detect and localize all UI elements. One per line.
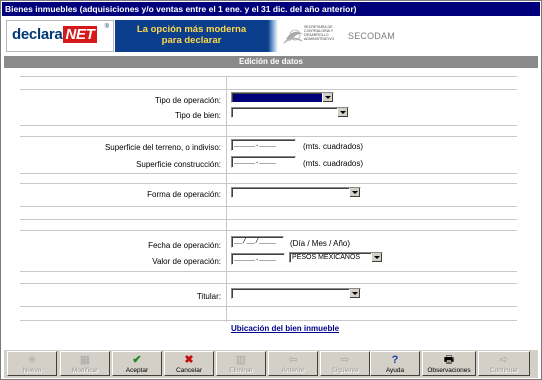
- superficie-construccion-unit: (mts. cuadrados): [303, 159, 364, 168]
- divider: [20, 183, 517, 184]
- titular-label: Titular:: [196, 292, 221, 301]
- tipo-bien-label: Tipo de bien:: [175, 111, 221, 120]
- divider: [20, 306, 517, 307]
- cancelar-label: Cancelar: [175, 367, 202, 374]
- superficie-terreno-unit: (mts. cuadrados): [303, 142, 364, 151]
- divider: [20, 230, 517, 231]
- eliminar-button[interactable]: ▥ Eliminar: [216, 351, 266, 376]
- modificar-label: Modificar: [71, 367, 99, 374]
- divider: [20, 173, 517, 174]
- aceptar-button[interactable]: ✔ Aceptar: [112, 351, 162, 376]
- superficie-construccion-input[interactable]: _____.____: [231, 156, 296, 168]
- forma-operacion-select[interactable]: [231, 187, 361, 198]
- observaciones-button[interactable]: 🖶 Observaciones: [422, 351, 476, 376]
- observaciones-label: Observaciones: [427, 367, 471, 374]
- divider: [20, 283, 517, 284]
- superficie-terreno-label: Superficie del terreno, o indiviso:: [104, 143, 221, 152]
- anterior-button[interactable]: ⇦ Anterior: [268, 351, 318, 376]
- banner-gradient: [268, 20, 278, 52]
- divider: [20, 76, 517, 77]
- close-icon: ✖: [184, 354, 194, 366]
- slogan-banner: La opción más moderna para declarar: [115, 20, 268, 52]
- valor-operacion-label: Valor de operación:: [152, 257, 221, 266]
- check-icon: ✔: [132, 354, 142, 366]
- arrow-left-icon: ⇦: [288, 354, 298, 366]
- superficie-terreno-input[interactable]: _____.____: [231, 139, 296, 151]
- registered-icon: ®: [104, 24, 109, 30]
- tipo-operacion-select[interactable]: [231, 92, 334, 103]
- declaranet-logo: declara NET ®: [6, 20, 114, 52]
- eliminar-label: Eliminar: [229, 367, 253, 374]
- ayuda-label: Ayuda: [385, 367, 405, 374]
- continuar-button[interactable]: ➪ Continuar: [478, 351, 530, 376]
- superficie-construccion-label: Superficie construcción:: [136, 160, 221, 169]
- dialog-window: Bienes inmuebles (adquisiciones y/o vent…: [0, 0, 542, 380]
- divider: [20, 320, 517, 321]
- new-icon: ✳: [27, 354, 37, 366]
- moneda-value: PESOS MEXICANOS: [292, 254, 361, 261]
- chevron-down-icon[interactable]: [371, 253, 382, 262]
- ayuda-button[interactable]: ? Ayuda: [370, 351, 420, 376]
- edit-icon: ▦: [79, 354, 91, 366]
- arrow-right-icon: ➪: [499, 354, 509, 366]
- fecha-operacion-unit: (Día / Mes / Año): [290, 239, 351, 248]
- agency-name: SECODAM: [348, 31, 395, 41]
- forma-operacion-label: Forma de operación:: [147, 190, 221, 199]
- delete-icon: ▥: [235, 354, 247, 366]
- help-icon: ?: [391, 354, 399, 366]
- window-title: Bienes inmuebles (adquisiciones y/o vent…: [2, 2, 540, 16]
- titular-select[interactable]: [231, 288, 361, 299]
- anterior-label: Anterior: [281, 367, 305, 374]
- fecha-operacion-label: Fecha de operación:: [148, 241, 221, 250]
- divider: [20, 271, 517, 272]
- section-header: Edición de datos: [4, 56, 538, 68]
- nuevo-button[interactable]: ✳ Nuevo: [7, 351, 57, 376]
- logo-net: NET: [63, 26, 97, 43]
- divider: [20, 89, 517, 90]
- ubicacion-link[interactable]: Ubicación del bien inmueble: [231, 324, 339, 333]
- bottom-toolbar: ✳ Nuevo ▦ Modificar ✔ Aceptar ✖ Cancelar…: [4, 349, 538, 378]
- logo-text: declara: [12, 26, 63, 43]
- tipo-bien-select[interactable]: [231, 107, 349, 118]
- slogan-line-2: para declarar: [161, 35, 222, 46]
- fecha-operacion-input[interactable]: __/__/____: [231, 236, 284, 248]
- chevron-down-icon[interactable]: [322, 93, 333, 102]
- nuevo-label: Nuevo: [22, 367, 42, 374]
- tipo-operacion-label: Tipo de operación:: [155, 96, 221, 105]
- divider: [20, 219, 517, 220]
- moneda-select[interactable]: PESOS MEXICANOS: [289, 252, 383, 263]
- cancelar-button[interactable]: ✖ Cancelar: [164, 351, 214, 376]
- agency-small-text: SECRETARIA DE CONTRALORIA Y DESARROLLO A…: [304, 25, 335, 41]
- chevron-down-icon[interactable]: [337, 108, 348, 117]
- column-divider: [226, 76, 227, 322]
- chevron-down-icon[interactable]: [349, 188, 360, 197]
- divider: [20, 136, 517, 137]
- modificar-button[interactable]: ▦ Modificar: [60, 351, 110, 376]
- aceptar-label: Aceptar: [125, 367, 149, 374]
- continuar-label: Continuar: [489, 367, 519, 374]
- arrow-right-icon: ⇨: [340, 354, 350, 366]
- banner: declara NET ® La opción más moderna para …: [4, 17, 538, 55]
- divider: [20, 125, 517, 126]
- chevron-down-icon[interactable]: [349, 289, 360, 298]
- notes-icon: 🖶: [443, 354, 455, 366]
- divider: [20, 206, 517, 207]
- valor-operacion-input[interactable]: _____.____: [231, 253, 285, 265]
- siguiente-button[interactable]: ⇨ Siguiente: [320, 351, 370, 376]
- siguiente-label: Siguiente: [331, 367, 359, 374]
- slogan-line-1: La opción más moderna: [136, 24, 247, 35]
